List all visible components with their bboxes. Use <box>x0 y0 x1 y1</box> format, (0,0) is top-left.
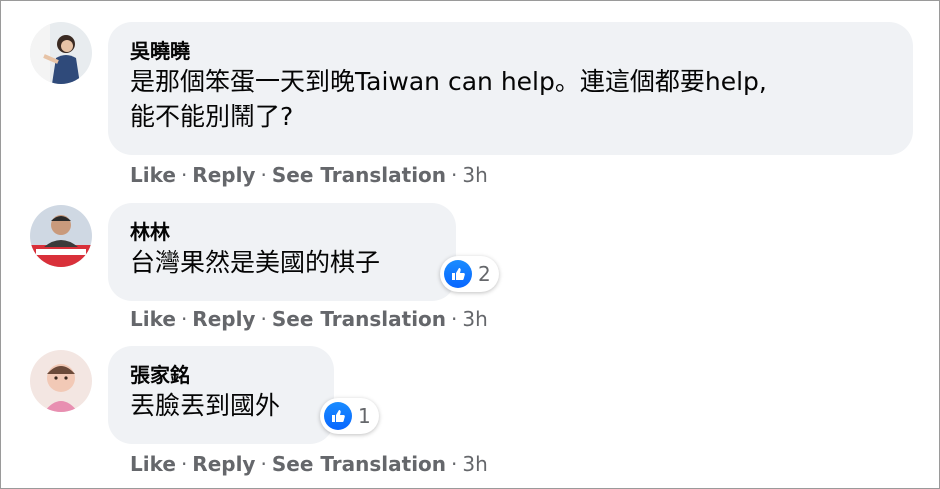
separator-dot: · <box>451 307 458 331</box>
separator-dot: · <box>451 452 458 476</box>
see-translation-link[interactable]: See Translation <box>272 307 446 331</box>
comment-bubble: 吳曉曉 是那個笨蛋一天到晚Taiwan can help。連這個都要help, … <box>108 22 913 155</box>
separator-dot: · <box>260 307 267 331</box>
avatar-photo <box>30 205 92 267</box>
reply-link[interactable]: Reply <box>192 307 255 331</box>
comment-text-line: 丟臉丟到國外 <box>130 391 281 420</box>
reaction-count-pill[interactable]: 1 <box>320 398 379 434</box>
comment-actions: Like · Reply · See Translation · 3h <box>130 451 488 477</box>
separator-dot: · <box>180 307 188 331</box>
comment-bubble: 張家銘 丟臉丟到國外 <box>108 346 334 444</box>
comment-author[interactable]: 張家銘 <box>130 362 312 388</box>
avatar[interactable] <box>30 22 92 84</box>
separator-dot: · <box>451 163 458 187</box>
separator-dot: · <box>180 452 188 476</box>
reply-link[interactable]: Reply <box>192 452 255 476</box>
comment-actions: Like · Reply · See Translation · 3h <box>130 162 488 188</box>
comment-text-line: 台灣果然是美國的棋子 <box>130 248 381 277</box>
comment-text-line: 能不能別鬧了? <box>130 102 294 131</box>
reaction-count: 1 <box>358 404 371 428</box>
thumbs-up-icon <box>444 260 472 288</box>
like-link[interactable]: Like <box>130 307 176 331</box>
avatar-photo <box>30 350 92 412</box>
timestamp[interactable]: 3h <box>462 452 487 476</box>
timestamp[interactable]: 3h <box>462 163 487 187</box>
see-translation-link[interactable]: See Translation <box>272 163 446 187</box>
separator-dot: · <box>180 163 188 187</box>
reaction-count: 2 <box>478 262 491 286</box>
separator-dot: · <box>260 452 267 476</box>
comment-text-line: 是那個笨蛋一天到晚Taiwan can help。連這個都要help, <box>130 67 767 96</box>
avatar-photo <box>30 22 92 84</box>
reply-link[interactable]: Reply <box>192 163 255 187</box>
separator-dot: · <box>260 163 267 187</box>
avatar[interactable] <box>30 205 92 267</box>
avatar[interactable] <box>30 350 92 412</box>
comment-author[interactable]: 吳曉曉 <box>130 38 891 64</box>
thumbs-up-icon <box>324 402 352 430</box>
comment-actions: Like · Reply · See Translation · 3h <box>130 306 488 332</box>
see-translation-link[interactable]: See Translation <box>272 452 446 476</box>
comment-author[interactable]: 林林 <box>130 219 434 245</box>
timestamp[interactable]: 3h <box>462 307 487 331</box>
like-link[interactable]: Like <box>130 452 176 476</box>
like-link[interactable]: Like <box>130 163 176 187</box>
reaction-count-pill[interactable]: 2 <box>440 256 499 292</box>
comment-bubble: 林林 台灣果然是美國的棋子 <box>108 203 456 301</box>
